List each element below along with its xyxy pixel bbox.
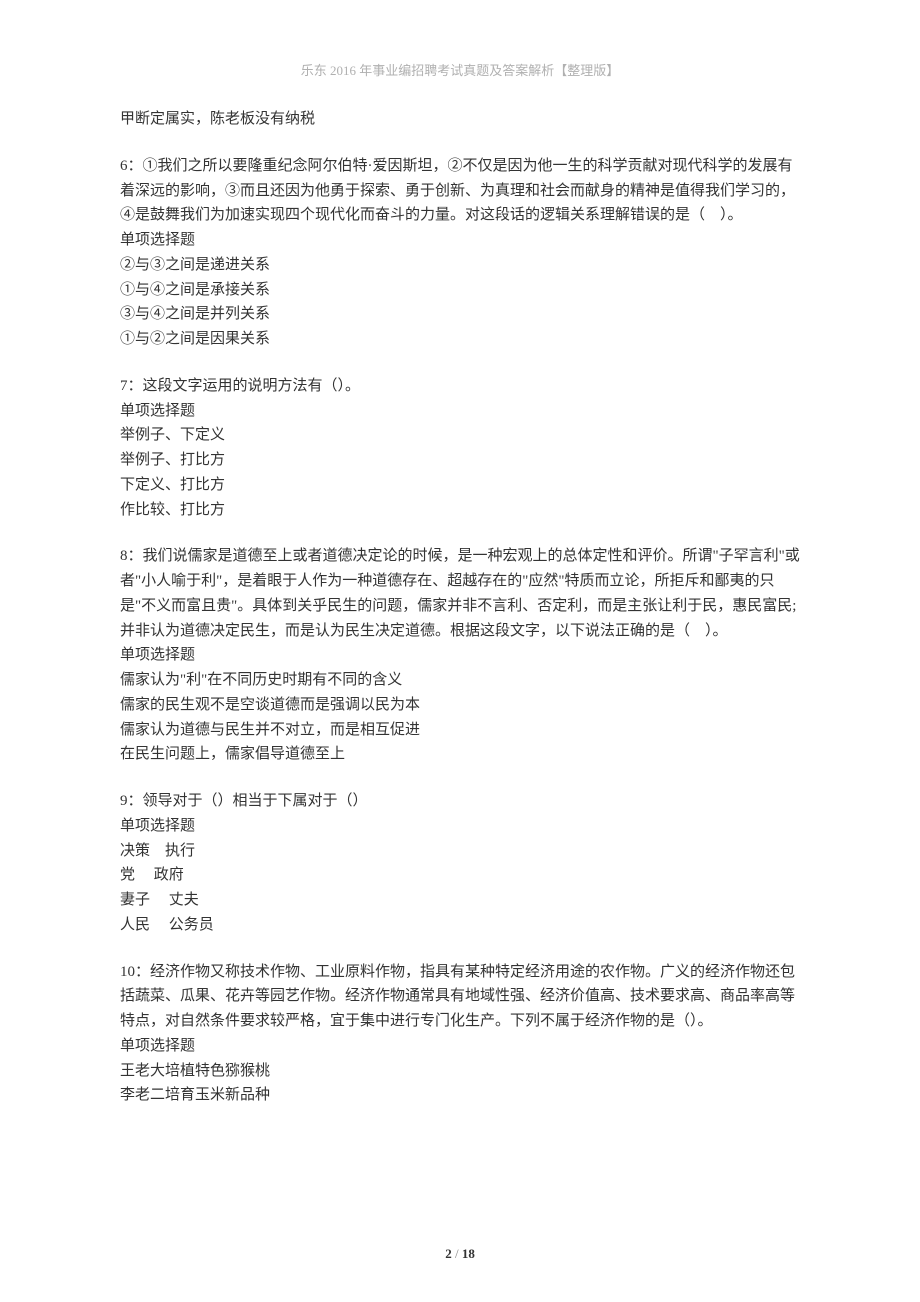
question-stem: 9：领导对于（）相当于下属对于（） xyxy=(120,789,800,814)
question-option: ③与④之间是并列关系 xyxy=(120,302,800,327)
question-option: 举例子、打比方 xyxy=(120,448,800,473)
question-block: 10：经济作物又称技术作物、工业原料作物，指具有某种特定经济用途的农作物。广义的… xyxy=(120,960,800,1109)
question-option: 下定义、打比方 xyxy=(120,473,800,498)
question-type: 单项选择题 xyxy=(120,1034,800,1059)
question-option: 儒家认为道德与民生并不对立，而是相互促进 xyxy=(120,718,800,743)
question-block: 6：①我们之所以要隆重纪念阿尔伯特·爱因斯坦，②不仅是因为他一生的科学贡献对现代… xyxy=(120,154,800,352)
page-content: 甲断定属实，陈老板没有纳税 6：①我们之所以要隆重纪念阿尔伯特·爱因斯坦，②不仅… xyxy=(120,107,800,1108)
question-option: 儒家认为"利"在不同历史时期有不同的含义 xyxy=(120,668,800,693)
question-option: 人民 公务员 xyxy=(120,913,800,938)
question-type: 单项选择题 xyxy=(120,643,800,668)
question-option: ②与③之间是递进关系 xyxy=(120,253,800,278)
question-stem: 8：我们说儒家是道德至上或者道德决定论的时候，是一种宏观上的总体定性和评价。所谓… xyxy=(120,544,800,643)
carryover-line: 甲断定属实，陈老板没有纳税 xyxy=(120,107,800,132)
document-page: 乐东 2016 年事业编招聘考试真题及答案解析【整理版】 甲断定属实，陈老板没有… xyxy=(0,0,920,1302)
question-option: 作比较、打比方 xyxy=(120,498,800,523)
page-header: 乐东 2016 年事业编招聘考试真题及答案解析【整理版】 xyxy=(120,60,800,79)
page-footer: 2 / 18 xyxy=(0,1246,920,1262)
question-type: 单项选择题 xyxy=(120,399,800,424)
question-block: 9：领导对于（）相当于下属对于（） 单项选择题 决策 执行 党 政府 妻子 丈夫… xyxy=(120,789,800,938)
text-line: 甲断定属实，陈老板没有纳税 xyxy=(120,107,800,132)
question-type: 单项选择题 xyxy=(120,814,800,839)
question-option: ①与②之间是因果关系 xyxy=(120,327,800,352)
question-option: 王老大培植特色猕猴桃 xyxy=(120,1059,800,1084)
page-number-sep: / xyxy=(452,1246,462,1261)
question-option: 李老二培育玉米新品种 xyxy=(120,1083,800,1108)
question-option: 决策 执行 xyxy=(120,839,800,864)
question-option: 在民生问题上，儒家倡导道德至上 xyxy=(120,742,800,767)
question-stem: 10：经济作物又称技术作物、工业原料作物，指具有某种特定经济用途的农作物。广义的… xyxy=(120,960,800,1034)
question-option: ①与④之间是承接关系 xyxy=(120,278,800,303)
question-option: 儒家的民生观不是空谈道德而是强调以民为本 xyxy=(120,693,800,718)
question-stem: 7：这段文字运用的说明方法有（）。 xyxy=(120,374,800,399)
question-block: 7：这段文字运用的说明方法有（）。 单项选择题 举例子、下定义 举例子、打比方 … xyxy=(120,374,800,523)
question-stem: 6：①我们之所以要隆重纪念阿尔伯特·爱因斯坦，②不仅是因为他一生的科学贡献对现代… xyxy=(120,154,800,228)
question-option: 妻子 丈夫 xyxy=(120,888,800,913)
question-option: 举例子、下定义 xyxy=(120,423,800,448)
page-number-total: 18 xyxy=(462,1246,475,1261)
question-block: 8：我们说儒家是道德至上或者道德决定论的时候，是一种宏观上的总体定性和评价。所谓… xyxy=(120,544,800,767)
question-type: 单项选择题 xyxy=(120,228,800,253)
question-option: 党 政府 xyxy=(120,863,800,888)
